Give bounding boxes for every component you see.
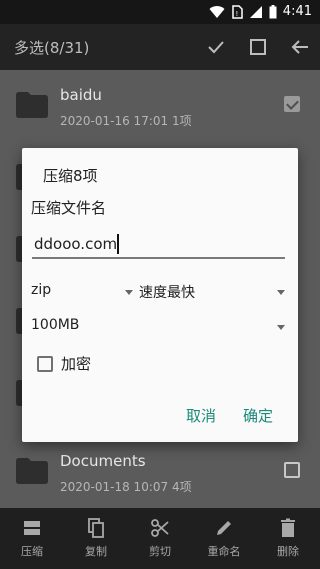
volume-size-value: 100MB — [31, 317, 80, 333]
cut-button[interactable]: 剪切 — [128, 508, 192, 569]
volume-size-select[interactable]: 100MB — [31, 317, 285, 341]
chevron-down-icon — [277, 325, 285, 330]
scissors-icon — [151, 519, 169, 537]
file-meta: 2020-01-18 10:07 4项 — [60, 480, 192, 494]
ok-button[interactable]: 确定 — [243, 405, 273, 426]
app-actions — [206, 37, 310, 57]
format-select[interactable]: zip — [31, 282, 133, 306]
compress-label: 压缩 — [21, 545, 43, 558]
trash-icon — [281, 518, 295, 537]
cancel-button[interactable]: 取消 — [186, 405, 216, 426]
row-checkbox[interactable] — [284, 96, 300, 112]
dialog-title: 压缩8项 — [43, 167, 98, 185]
compress-button[interactable]: 压缩 — [0, 508, 64, 569]
select-all-icon[interactable] — [248, 37, 268, 57]
app-bar: 多选(8/31) — [0, 24, 320, 70]
selection-title: 多选(8/31) — [14, 39, 90, 57]
format-value: zip — [31, 282, 52, 298]
folder-icon — [16, 92, 48, 118]
wifi-icon — [209, 5, 225, 18]
folder-icon — [16, 458, 48, 484]
archive-name-label: 压缩文件名 — [31, 199, 107, 217]
cellular-signal-icon — [249, 5, 262, 18]
status-time: 4:41 — [282, 4, 312, 19]
status-icons: ! 4:41 — [209, 4, 312, 19]
rename-label: 重命名 — [207, 545, 241, 558]
delete-button[interactable]: 删除 — [256, 508, 320, 569]
svg-text:!: ! — [235, 10, 238, 18]
file-row[interactable]: Documents 2020-01-18 10:07 4项 — [0, 436, 320, 508]
confirm-check-icon[interactable] — [206, 37, 226, 57]
speed-select[interactable]: 速度最快 — [139, 282, 285, 306]
file-row[interactable]: baidu 2020-01-16 17:01 1项 — [0, 70, 320, 142]
encrypt-checkbox[interactable] — [37, 355, 53, 372]
file-meta: 2020-01-16 17:01 1项 — [60, 114, 192, 128]
compress-dialog: 压缩8项 压缩文件名 zip 速度最快 100MB 加密 取消 确定 — [22, 148, 298, 442]
copy-icon — [88, 518, 104, 538]
speed-value: 速度最快 — [139, 285, 195, 301]
delete-label: 删除 — [277, 545, 299, 558]
battery-icon — [269, 4, 277, 18]
compress-icon — [24, 521, 40, 535]
text-cursor — [117, 234, 119, 254]
copy-button[interactable]: 复制 — [64, 508, 128, 569]
no-sim-icon: ! — [232, 4, 243, 19]
copy-label: 复制 — [85, 545, 107, 558]
chevron-down-icon — [125, 290, 133, 295]
pencil-icon — [217, 521, 231, 535]
back-arrow-icon[interactable] — [290, 37, 310, 57]
file-name: baidu — [60, 86, 102, 104]
row-checkbox[interactable] — [284, 462, 300, 478]
encrypt-label: 加密 — [61, 355, 92, 373]
file-name: Documents — [60, 452, 146, 470]
bottom-action-bar: 压缩 复制 剪切 重命名 删除 — [0, 508, 320, 569]
status-bar: ! 4:41 — [0, 0, 320, 24]
chevron-down-icon — [277, 290, 285, 295]
cut-label: 剪切 — [149, 545, 171, 558]
encrypt-option[interactable]: 加密 — [37, 353, 91, 374]
rename-button[interactable]: 重命名 — [192, 508, 256, 569]
archive-name-input[interactable] — [32, 231, 285, 259]
